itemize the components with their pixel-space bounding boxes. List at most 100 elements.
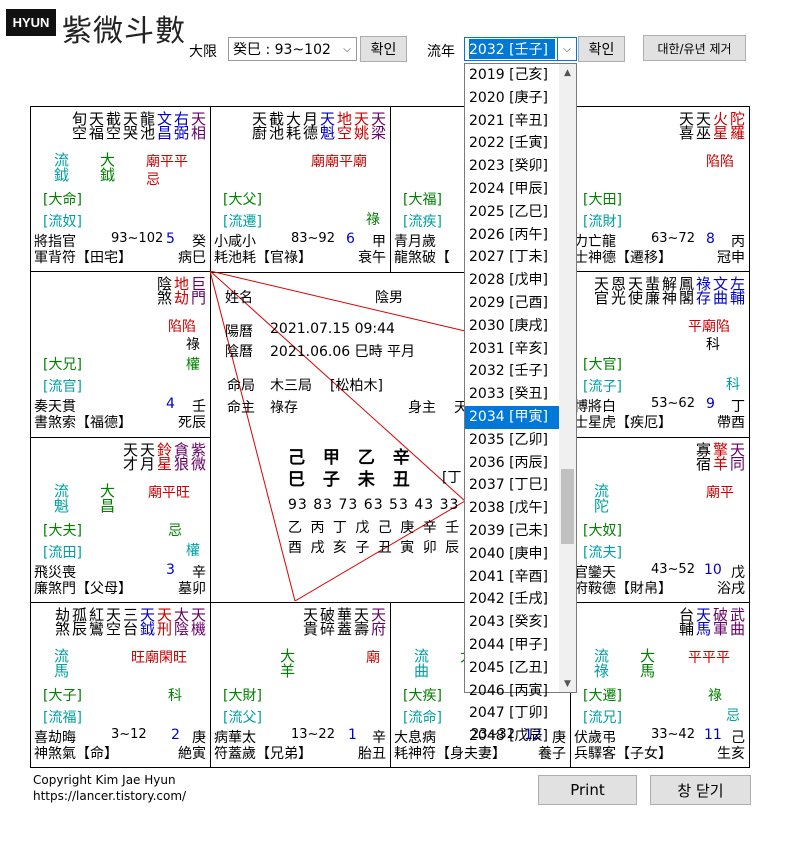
dropdown-option[interactable]: 2021 [辛丑] — [465, 110, 559, 133]
dropdown-option[interactable]: 2031 [辛亥] — [465, 338, 559, 361]
flow-star: 流陀 — [592, 483, 610, 513]
star-name: 火星 — [711, 111, 729, 139]
ganzhi-branch: 冠申 — [717, 250, 745, 266]
star-name: 巨門 — [189, 276, 207, 304]
age-range: 13~22 — [291, 727, 335, 742]
daehan-select[interactable]: 癸巳 : 93~102 ⌵ — [228, 37, 357, 61]
scroll-down-icon[interactable]: ▼ — [559, 675, 576, 692]
dropdown-option[interactable]: 2042 [壬戌] — [465, 588, 559, 611]
star-name: 左輔 — [728, 276, 746, 304]
dropdown-option[interactable]: 2046 [丙寅] — [465, 680, 559, 703]
dropdown-option[interactable]: 2036 [丙辰] — [465, 452, 559, 475]
dropdown-option[interactable]: 2048 [戊辰] — [465, 725, 559, 748]
star-name: 解神 — [660, 276, 678, 304]
star-name: 武曲 — [728, 607, 746, 635]
dropdown-option[interactable]: 2034 [甲寅] — [465, 405, 559, 429]
daehan-palace: [大官] — [583, 357, 622, 373]
dropdown-option[interactable]: 2025 [乙巳] — [465, 201, 559, 224]
ganzhi-branch: 死辰 — [178, 415, 206, 431]
dropdown-option[interactable]: 2037 [丁巳] — [465, 474, 559, 497]
brightness: 陷陷 — [168, 319, 196, 335]
mingzhu-label: 命主 — [227, 400, 255, 416]
close-window-button[interactable]: 창 닫기 — [650, 775, 751, 805]
daehan-stems: 乙 丙 丁 戊 己 庚 辛 壬 — [288, 520, 462, 536]
dropdown-option[interactable]: 2020 [庚子] — [465, 87, 559, 110]
hua-lu: 祿 — [186, 337, 200, 353]
scroll-up-icon[interactable]: ▲ — [559, 64, 576, 81]
yunyear-palace: [流奴] — [43, 214, 82, 230]
dropdown-option[interactable]: 2027 [丁未] — [465, 246, 559, 269]
age-range: 53~62 — [651, 396, 695, 411]
dropdown-option[interactable]: 2035 [乙卯] — [465, 429, 559, 452]
daehan-palace: [大命] — [43, 192, 82, 208]
palace-number: 2 — [171, 727, 180, 743]
dropdown-option[interactable]: 2041 [辛酉] — [465, 566, 559, 589]
remove-daehan-yunnyeon-button[interactable]: 대한/유년 제거 — [643, 35, 746, 61]
scrollbar-thumb[interactable] — [561, 469, 574, 544]
dropdown-option[interactable]: 2039 [己未] — [465, 520, 559, 543]
star-list: 陰煞 地劫 巨門 — [155, 276, 207, 304]
hua-lu: 祿 — [708, 688, 722, 704]
dropdown-option[interactable]: 2047 [丁卯] — [465, 702, 559, 725]
star-name: 地空 — [335, 111, 353, 139]
yunyear-select[interactable]: 2032 [壬子] ⌵ — [464, 37, 577, 61]
yunyear-confirm-button[interactable]: 확인 — [578, 36, 625, 62]
dropdown-option[interactable]: 2033 [癸丑] — [465, 383, 559, 406]
star-name: 截池 — [267, 111, 285, 139]
daehan-palace: [大夫] — [43, 523, 82, 539]
dropdown-option[interactable]: 2029 [己酉] — [465, 292, 559, 315]
ganzhi-branch: 衰午 — [358, 250, 386, 266]
brightness: 廟平 — [706, 485, 734, 501]
palace-number: 8 — [706, 231, 715, 247]
yunyear-palace: [流夫] — [583, 545, 622, 561]
dropdown-option[interactable]: 2024 [甲辰] — [465, 178, 559, 201]
hua-lu: 祿 — [366, 212, 380, 228]
minor-stars-2: 士神德【遷移】 — [574, 250, 672, 266]
dropdown-option[interactable]: 2026 [丙午] — [465, 224, 559, 247]
yunyear-dropdown-list[interactable]: 2019 [己亥] 2020 [庚子] 2021 [辛丑] 2022 [壬寅] 2023… — [464, 63, 577, 744]
dropdown-option[interactable]: 2023 [癸卯] — [465, 155, 559, 178]
dropdown-option[interactable]: 2038 [戊午] — [465, 497, 559, 520]
palace-yin: 劫煞 孤辰 紅鸞 天空 三台 天鉞 天刑 太陰 天機 旺廟閑旺 流馬 科 [大子] [流福] 喜… — [30, 602, 211, 768]
star-name: 祿存 — [694, 276, 712, 304]
site-url[interactable]: https://lancer.tistory.com/ — [33, 789, 186, 803]
star-name: 三台 — [121, 607, 139, 635]
scrollbar[interactable]: ▲ ▼ — [559, 64, 576, 692]
star-name: 文昌 — [155, 111, 173, 139]
big-star: 大昌 — [98, 483, 116, 513]
star-name: 天壽 — [352, 607, 370, 635]
ganzhi-branch: 病巳 — [178, 250, 206, 266]
star-name: 天喜 — [677, 111, 695, 139]
yunyear-palace: [流父] — [223, 710, 262, 726]
dropdown-option[interactable]: 2044 [甲子] — [465, 634, 559, 657]
palace-si: 旬空 天福 截空 天哭 龍池 文昌 右弼 天相 廟平平 忌 流鉞 大鉞 [大命] [流奴] 將… — [30, 106, 211, 273]
dropdown-items: 2019 [己亥] 2020 [庚子] 2021 [辛丑] 2022 [壬寅] 2023… — [465, 64, 559, 748]
minor-stars-2: 府鞍德【財帛】 — [574, 581, 672, 597]
flow-star: 流祿 — [592, 648, 610, 678]
yunyear-palace: [流遷] — [223, 214, 262, 230]
daehan-palace: [大遷] — [583, 688, 622, 704]
dropdown-option[interactable]: 2030 [庚戌] — [465, 315, 559, 338]
star-name: 鳳閣 — [677, 276, 695, 304]
big-star: 大羊 — [278, 648, 296, 678]
star-name: 陰煞 — [155, 276, 173, 304]
hua-quan: 權 — [186, 357, 200, 373]
star-name: 華蓋 — [335, 607, 353, 635]
daehan-confirm-button[interactable]: 확인 — [360, 36, 407, 62]
dropdown-option[interactable]: 2019 [己亥] — [465, 64, 559, 87]
palace-number: 11 — [704, 727, 722, 743]
star-list: 天貴 破碎 華蓋 天壽 天府 — [301, 607, 387, 635]
dropdown-option[interactable]: 2028 [戊申] — [465, 269, 559, 292]
star-name: 截空 — [104, 111, 122, 139]
dropdown-option[interactable]: 2032 [壬子] — [465, 360, 559, 383]
dropdown-option[interactable]: 2040 [庚申] — [465, 543, 559, 566]
palace-you: 天官 恩光 天使 蜚廉 解神 鳳閣 祿存 文曲 左輔 平廟陷 科 科 [大官] [流子] 博將白… — [570, 271, 750, 438]
print-button[interactable]: Print — [538, 775, 637, 805]
dropdown-option[interactable]: 2043 [癸亥] — [465, 611, 559, 634]
flow-star: 流魁 — [52, 483, 70, 513]
star-name: 蜚廉 — [643, 276, 661, 304]
dropdown-option[interactable]: 2045 [乙丑] — [465, 657, 559, 680]
dropdown-option[interactable]: 2022 [壬寅] — [465, 132, 559, 155]
star-name: 孤辰 — [70, 607, 88, 635]
daehan-palace: [大田] — [583, 192, 622, 208]
